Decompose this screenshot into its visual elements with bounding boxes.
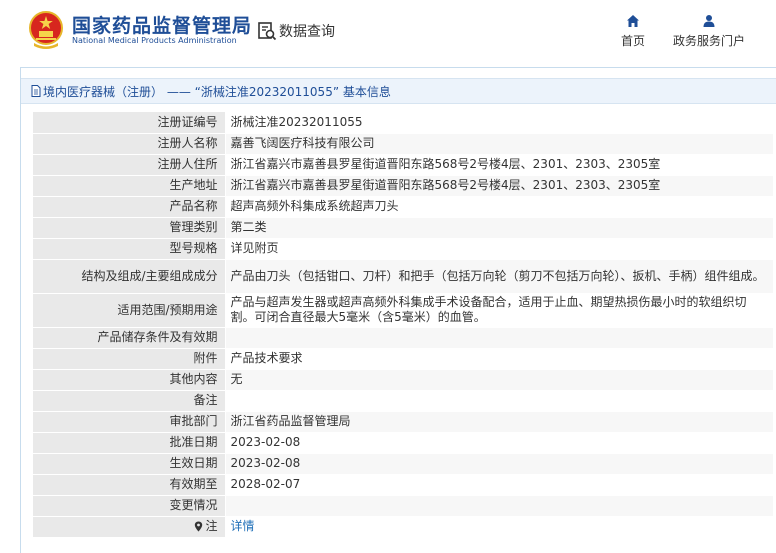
data-query-icon	[258, 22, 277, 41]
field-label: 管理类别	[33, 217, 225, 239]
user-icon	[703, 15, 715, 27]
field-value: 第二类	[224, 217, 773, 239]
nav-service-portal[interactable]: 政务服务门户	[669, 14, 749, 49]
site-header: 国家药品监督管理局 National Medical Products Admi…	[0, 0, 776, 62]
table-row: 适用范围/预期用途 产品与超声发生器或超声高频外科集成手术设备配合，适用于止血、期…	[33, 293, 773, 328]
field-label: 备注	[33, 390, 225, 412]
data-query-label: 数据查询	[279, 24, 335, 40]
nav-service-label: 政务服务门户	[672, 34, 745, 48]
field-value: 产品技术要求	[224, 348, 773, 370]
pin-icon	[195, 521, 203, 532]
record-table: 注册证编号 浙械注准20232011055 注册人名称 嘉善飞阔医疗科技有限公司 注…	[33, 112, 773, 538]
table-row: 有效期至 2028-02-07	[33, 474, 773, 496]
table-row: 注册人住所 浙江省嘉兴市嘉善县罗星街道晋阳东路568号2号楼4层、2301、230…	[33, 154, 773, 176]
note-label: 注	[33, 516, 225, 538]
detail-panel: 境内医疗器械（注册） —— “浙械注准20232011055” 基本信息 注册证…	[20, 67, 776, 553]
field-value: 2023-02-08	[224, 432, 773, 454]
table-row: 注 详情	[33, 516, 773, 538]
field-label: 注册证编号	[33, 112, 225, 134]
field-label: 审批部门	[33, 411, 225, 433]
field-label: 注册人名称	[33, 133, 225, 155]
field-value	[224, 495, 773, 517]
field-value: 浙江省嘉兴市嘉善县罗星街道晋阳东路568号2号楼4层、2301、2303、230…	[224, 175, 773, 197]
field-label: 附件	[33, 348, 225, 370]
field-value: 2023-02-08	[224, 453, 773, 475]
field-label: 批准日期	[33, 432, 225, 454]
site-title: 国家药品监督管理局	[72, 15, 253, 37]
table-row: 生效日期 2023-02-08	[33, 453, 773, 475]
field-value	[224, 390, 773, 412]
field-label: 产品储存条件及有效期	[33, 327, 225, 349]
field-value: 产品由刀头（包括钳口、刀杆）和把手（包括万向轮（剪刀不包括万向轮）、扳机、手柄）…	[224, 259, 773, 294]
field-label: 有效期至	[33, 474, 225, 496]
table-row: 注册人名称 嘉善飞阔医疗科技有限公司	[33, 133, 773, 155]
field-label: 结构及组成/主要组成成分	[33, 259, 225, 294]
field-label: 型号规格	[33, 238, 225, 260]
site-subtitle: National Medical Products Administration	[72, 36, 237, 45]
field-label: 产品名称	[33, 196, 225, 218]
field-value: 产品与超声发生器或超声高频外科集成手术设备配合，适用于止血、期望热损伤最小时的软…	[224, 293, 773, 328]
field-value: 详见附页	[224, 238, 773, 260]
field-label: 生效日期	[33, 453, 225, 475]
field-label: 其他内容	[33, 369, 225, 391]
table-row: 结构及组成/主要组成成分 产品由刀头（包括钳口、刀杆）和把手（包括万向轮（剪刀不包…	[33, 259, 773, 294]
field-value: 嘉善飞阔医疗科技有限公司	[224, 133, 773, 155]
nav-home[interactable]: 首页	[618, 14, 648, 49]
home-icon	[627, 15, 639, 27]
table-row: 产品名称 超声高频外科集成系统超声刀头	[33, 196, 773, 218]
field-value: 浙械注准20232011055	[224, 112, 773, 134]
field-value: 浙江省嘉兴市嘉善县罗星街道晋阳东路568号2号楼4层、2301、2303、230…	[224, 154, 773, 176]
note-value: 详情	[224, 516, 773, 538]
breadcrumb: 境内医疗器械（注册） —— “浙械注准20232011055” 基本信息	[21, 78, 776, 104]
table-row: 其他内容无	[33, 369, 773, 391]
table-row: 备注	[33, 390, 773, 412]
field-label: 注册人住所	[33, 154, 225, 176]
field-value: 超声高频外科集成系统超声刀头	[224, 196, 773, 218]
table-row: 变更情况	[33, 495, 773, 517]
table-row: 产品储存条件及有效期	[33, 327, 773, 349]
details-link[interactable]: 详情	[231, 519, 255, 533]
note-label-text: 注	[205, 519, 218, 533]
field-value: 浙江省药品监督管理局	[224, 411, 773, 433]
data-query-link[interactable]: 数据查询	[257, 20, 335, 42]
national-emblem-icon	[29, 11, 63, 49]
table-row: 管理类别 第二类	[33, 217, 773, 239]
table-row: 注册证编号 浙械注准20232011055	[33, 112, 773, 134]
breadcrumb-text: 境内医疗器械（注册） —— “浙械注准20232011055” 基本信息	[43, 84, 391, 99]
field-label: 适用范围/预期用途	[33, 293, 225, 328]
field-label: 生产地址	[33, 175, 225, 197]
document-icon	[31, 85, 41, 97]
table-row: 型号规格 详见附页	[33, 238, 773, 260]
table-row: 批准日期 2023-02-08	[33, 432, 773, 454]
nav-home-label: 首页	[620, 34, 645, 48]
field-value	[224, 327, 773, 349]
table-row: 生产地址 浙江省嘉兴市嘉善县罗星街道晋阳东路568号2号楼4层、2301、2303…	[33, 175, 773, 197]
table-row: 附件 产品技术要求	[33, 348, 773, 370]
field-value: 2028-02-07	[224, 474, 773, 496]
field-value: 无	[224, 369, 773, 391]
field-label: 变更情况	[33, 495, 225, 517]
table-row: 审批部门 浙江省药品监督管理局	[33, 411, 773, 433]
